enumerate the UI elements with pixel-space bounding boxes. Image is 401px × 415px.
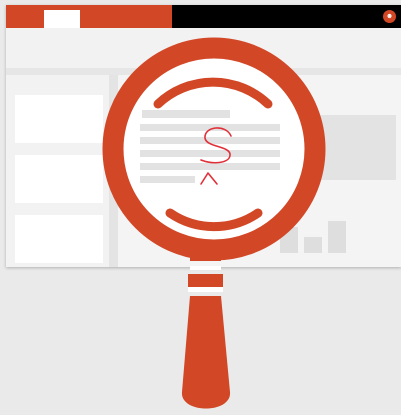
handle-gap xyxy=(190,266,221,270)
lens-glare-bottom xyxy=(165,208,263,232)
document-lines xyxy=(140,110,280,183)
text-line xyxy=(142,110,230,118)
text-line xyxy=(140,150,280,157)
handle-neck xyxy=(190,251,221,261)
lens-glare-top xyxy=(153,77,273,109)
text-line xyxy=(140,176,195,183)
text-line xyxy=(140,163,280,170)
handwritten-s xyxy=(200,127,232,164)
handle-collar xyxy=(188,274,223,287)
handle-grip xyxy=(181,296,231,409)
handle-gap xyxy=(188,287,223,292)
magnifying-glass-icon xyxy=(102,37,326,409)
insert-caret xyxy=(200,172,218,185)
illustration: ☻ xyxy=(0,0,401,415)
